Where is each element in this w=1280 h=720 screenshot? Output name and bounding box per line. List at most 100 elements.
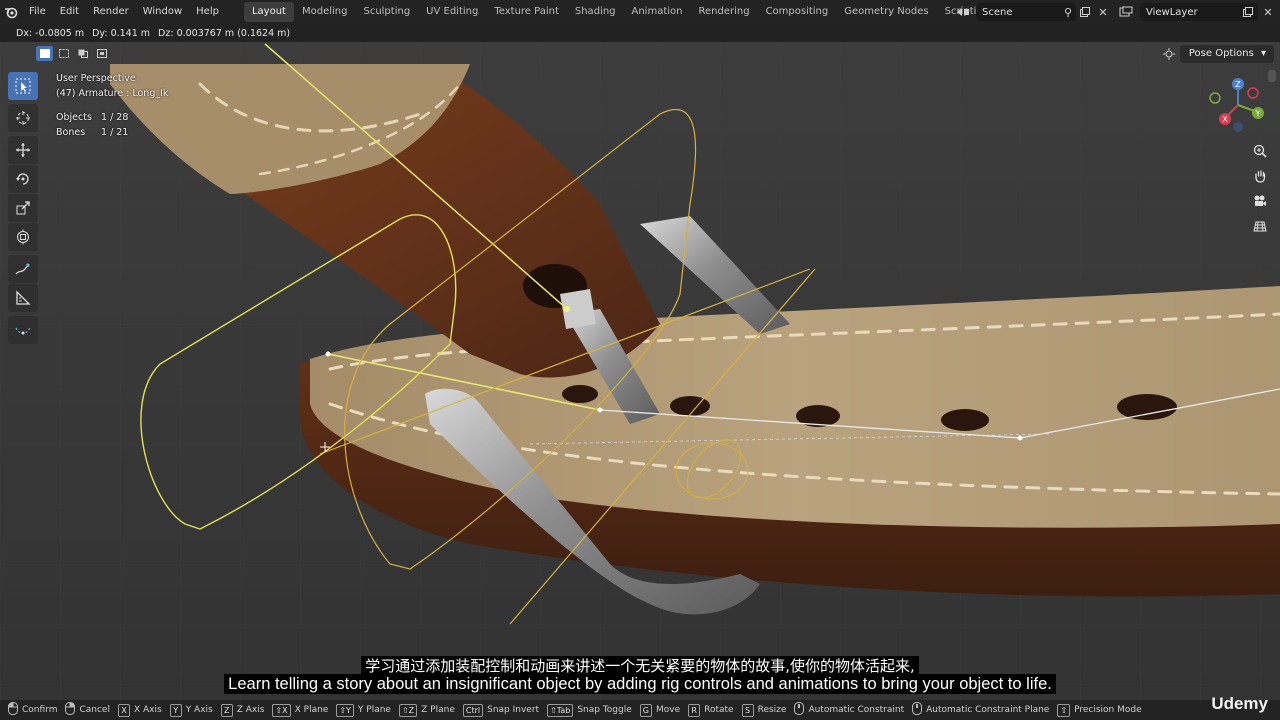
relax-pose-tool-icon[interactable] [8,316,38,344]
transform-tool-icon[interactable] [8,223,38,251]
status-label: Move [655,705,681,715]
key-cap: Z [220,703,233,717]
key-cap: ⇧X [272,703,291,717]
udemy-watermark: Udemy [1211,694,1268,713]
select-intersect-icon[interactable] [93,46,110,61]
overlay-options-icon[interactable] [1162,47,1178,63]
status-label: Resize [757,705,787,715]
delete-view-layer-icon[interactable]: ✕ [1260,4,1276,20]
perspective-toggle-icon[interactable] [1248,214,1272,238]
status-label: X Axis [133,705,162,715]
status-snap-invert: Ctrl Snap Invert [462,703,539,717]
blender-logo-icon[interactable] [0,0,22,24]
scale-tool-icon[interactable] [8,194,38,222]
select-new-icon[interactable] [36,46,53,61]
menu-render[interactable]: Render [86,0,136,24]
select-extend-icon[interactable] [55,46,72,61]
annotate-tool-icon[interactable] [8,255,38,283]
status-precision: ⇧ Precision Mode [1057,703,1142,717]
status-label: Z Axis [236,705,265,715]
status-label: Precision Mode [1074,705,1142,715]
key-cap: ⇧Tab [547,703,574,717]
status-label: Y Axis [185,705,213,715]
stats-bones-value: 1 / 21 [101,127,129,138]
key-cap: Y [169,703,182,717]
key-cap: G [639,703,652,717]
key-cap: S [741,703,754,717]
key-cap: ⇧ [1057,703,1071,717]
stats-objects-value: 1 / 28 [101,112,129,123]
new-view-layer-icon[interactable] [1240,4,1256,20]
status-label: Automatic Constraint [808,705,905,715]
key-cap: R [688,703,701,717]
delta-z: Dz: 0.003767 m (0.1624 m) [158,27,291,39]
scene-name: Scene [982,6,1013,18]
view-layer-icon[interactable] [1118,4,1134,20]
tab-modeling[interactable]: Modeling [294,2,356,22]
status-x-axis: XX Axis [117,703,162,717]
pin-icon[interactable]: ⚲ [1060,4,1076,20]
navigation-gizmo[interactable]: Z Y X [1206,76,1272,134]
status-move: G Move [639,703,681,717]
new-scene-icon[interactable] [1077,4,1093,20]
camera-view-icon[interactable] [1248,189,1272,213]
mouse-left-icon [8,702,18,718]
delete-scene-icon[interactable]: ✕ [1095,4,1111,20]
key-cap: Ctrl [462,703,484,717]
tab-animation[interactable]: Animation [624,2,691,22]
status-label: Confirm [22,705,58,715]
tool-shelf [8,72,40,345]
status-y-axis: YY Axis [169,703,213,717]
status-label: Z Plane [421,705,455,715]
status-label: Automatic Constraint Plane [926,705,1050,715]
move-tool-icon[interactable] [8,136,38,164]
viewport-render [0,24,1280,700]
subtitle-chinese-text: 学习通过添加装配控制和动画来讲述一个无关紧要的物体的故事,使你的物体活起来, [361,656,919,676]
cursor-tool-icon[interactable] [8,104,38,132]
selection-modes [36,46,110,61]
view-layer-name: ViewLayer [1146,6,1198,18]
tab-rendering[interactable]: Rendering [690,2,757,22]
tab-shading[interactable]: Shading [567,2,624,22]
tab-texture-paint[interactable]: Texture Paint [486,2,567,22]
status-label: X Plane [294,705,329,715]
menu-help[interactable]: Help [189,0,226,24]
tab-layout[interactable]: Layout [243,2,294,22]
pose-options-label: Pose Options [1188,48,1254,59]
status-label: Rotate [704,705,734,715]
rotate-tool-icon[interactable] [8,165,38,193]
select-subtract-icon[interactable] [74,46,91,61]
pan-hand-icon[interactable] [1248,164,1272,188]
stats-bones-label: Bones [56,127,86,138]
gizmo-y-label: Y [1255,109,1261,118]
menu-file[interactable]: File [22,0,53,24]
status-label: Y Plane [357,705,391,715]
select-tool-icon[interactable] [8,72,38,100]
subtitle-english: Learn telling a story about an insignifi… [0,674,1280,694]
status-auto-constraint-plane: Automatic Constraint Plane [912,702,1049,718]
status-confirm: Confirm [8,702,57,718]
status-rotate: R Rotate [688,703,734,717]
tab-sculpting[interactable]: Sculpting [355,2,418,22]
tab-uv-editing[interactable]: UV Editing [418,2,486,22]
status-label: Cancel [79,705,110,715]
status-label: Snap Toggle [577,705,632,715]
scene-selector-icon[interactable] [955,4,971,20]
key-cap: ⇧Z [398,703,418,717]
zoom-icon[interactable] [1248,139,1272,163]
key-cap: X [117,703,130,717]
status-y-plane: ⇧Y Y Plane [336,703,391,717]
menu-window[interactable]: Window [136,0,189,24]
status-snap-toggle: ⇧Tab Snap Toggle [547,703,632,717]
status-x-plane: ⇧X X Plane [272,703,329,717]
chevron-down-icon: ▾ [1260,48,1266,59]
measure-tool-icon[interactable] [8,284,38,312]
menu-edit[interactable]: Edit [53,0,86,24]
3d-viewport[interactable]: Dx: -0.0805 m Dy: 0.141 m Dz: 0.003767 m… [0,24,1280,700]
pose-options-dropdown[interactable]: Pose Options ▾ [1180,45,1274,63]
status-resize: S Resize [741,703,787,717]
view-perspective-label: User Perspective [56,73,136,84]
tab-compositing[interactable]: Compositing [758,2,837,22]
mouse-right-icon [65,702,76,718]
tab-geometry-nodes[interactable]: Geometry Nodes [836,2,936,22]
